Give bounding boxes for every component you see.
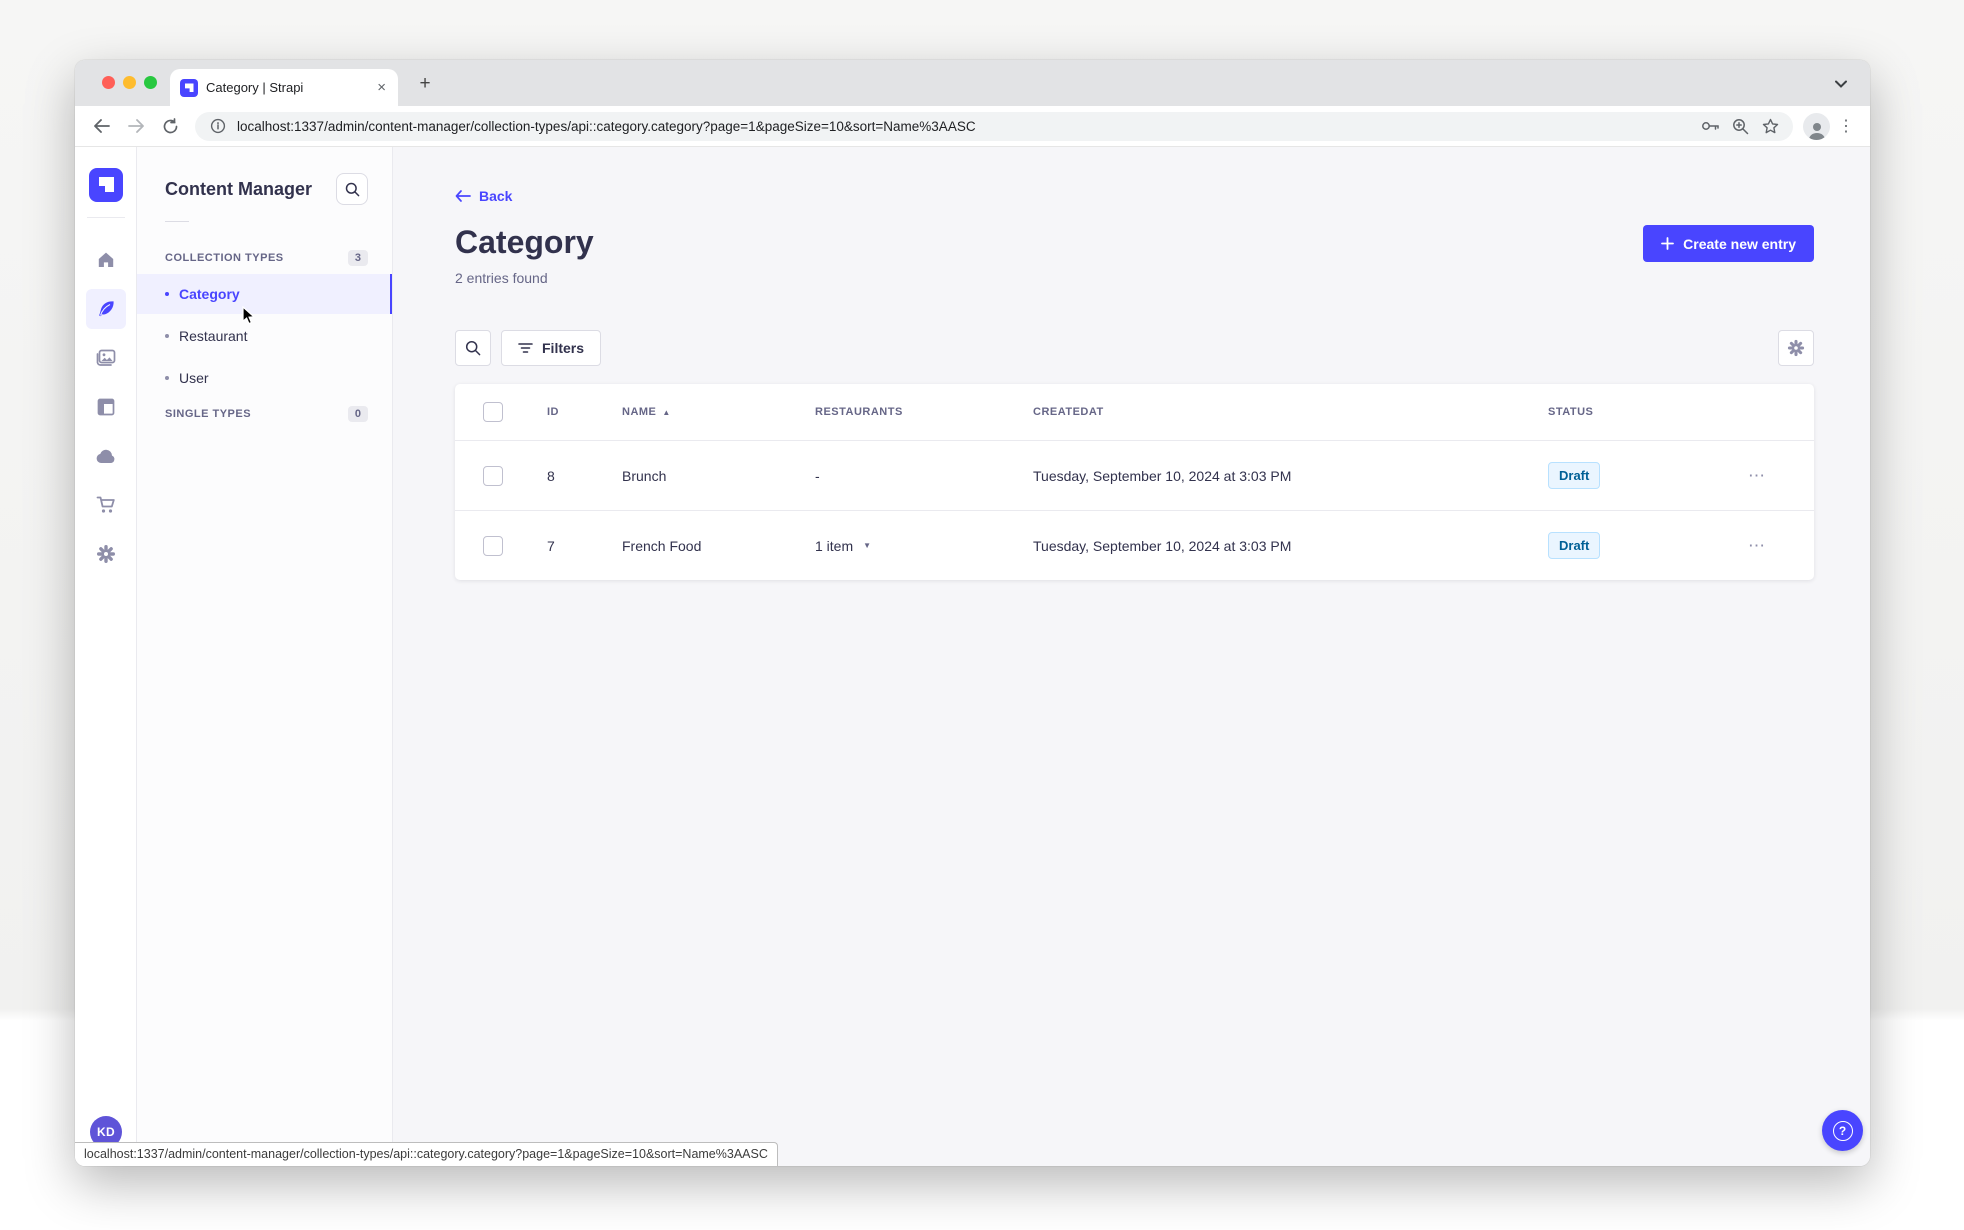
minimize-window-button[interactable] (123, 76, 136, 89)
bullet-icon (165, 376, 169, 380)
new-tab-button[interactable]: + (412, 74, 438, 93)
status-badge: Draft (1548, 462, 1601, 489)
browser-profile-avatar[interactable] (1803, 112, 1830, 140)
filter-icon (518, 343, 533, 353)
column-header-status[interactable]: STATUS (1532, 406, 1732, 418)
cell-restaurants[interactable]: 1 item ▼ (799, 538, 1017, 554)
cell-restaurants: - (815, 467, 820, 484)
single-types-section-header: SINGLE TYPES 0 (137, 400, 392, 428)
create-new-entry-button[interactable]: Create new entry (1643, 225, 1814, 262)
filters-button[interactable]: Filters (501, 330, 602, 366)
back-link[interactable]: Back (455, 188, 512, 204)
main-content: Back Category Create new entry 2 entries… (393, 147, 1870, 1166)
content-manager-subnav: Content Manager COLLECTION TYPES 3 Categ… (137, 147, 393, 1166)
entries-count: 2 entries found (455, 270, 548, 286)
link-preview-statusbar: localhost:1337/admin/content-manager/col… (75, 1142, 778, 1166)
browser-back-icon[interactable] (87, 111, 117, 141)
nav-home-icon[interactable] (86, 240, 126, 280)
site-info-icon[interactable] (207, 115, 229, 137)
tab-strip: Category | Strapi × + (75, 60, 1870, 106)
sidebar-item-restaurant[interactable]: Restaurant (137, 316, 392, 356)
subnav-search-button[interactable] (336, 173, 368, 205)
column-header-restaurants[interactable]: RESTAURANTS (799, 406, 1017, 418)
sidebar-item-user[interactable]: User (137, 358, 392, 398)
row-checkbox[interactable] (483, 535, 503, 556)
bookmark-star-icon[interactable] (1759, 115, 1781, 137)
nav-cloud-icon[interactable] (86, 436, 126, 476)
close-window-button[interactable] (102, 76, 115, 89)
browser-tab[interactable]: Category | Strapi × (170, 69, 398, 106)
zoom-window-button[interactable] (144, 76, 157, 89)
sidebar-item-label: Restaurant (179, 328, 248, 344)
page-title: Category (455, 224, 594, 260)
browser-menu-icon[interactable]: ⋮ (1834, 116, 1858, 136)
row-actions-menu-icon[interactable]: ⋯ (1732, 536, 1814, 556)
tab-title: Category | Strapi (206, 80, 304, 95)
url-text[interactable]: localhost:1337/admin/content-manager/col… (237, 119, 1691, 134)
cell-createdat: Tuesday, September 10, 2024 at 3:03 PM (1033, 537, 1292, 554)
subnav-title: Content Manager (165, 178, 313, 199)
bullet-icon (165, 334, 169, 338)
close-tab-icon[interactable]: × (375, 78, 388, 97)
nav-content-manager-icon[interactable] (85, 289, 126, 329)
row-actions-menu-icon[interactable]: ⋯ (1732, 466, 1814, 486)
nav-content-type-builder-icon[interactable] (86, 387, 126, 427)
sidebar-item-label: User (179, 370, 209, 386)
strapi-favicon-icon (180, 78, 198, 97)
main-nav-sidebar: KD (75, 147, 137, 1166)
help-button[interactable]: ? (1822, 1110, 1863, 1151)
browser-window: Category | Strapi × + localhost:1337/adm… (75, 60, 1870, 1166)
row-checkbox[interactable] (483, 465, 503, 486)
select-all-checkbox[interactable] (483, 402, 503, 422)
collection-types-count-badge: 3 (347, 250, 368, 266)
table-row[interactable]: 7 French Food 1 item ▼ Tuesday, Septembe… (455, 510, 1814, 580)
sidebar-item-label: Category (179, 286, 240, 302)
cell-id: 8 (547, 467, 555, 484)
filters-label: Filters (542, 340, 585, 356)
single-types-count-badge: 0 (347, 406, 368, 422)
entries-table: ID NAME ▲ RESTAURANTS CREATEDAT STATUS 8… (455, 384, 1814, 580)
password-key-icon[interactable] (1699, 115, 1721, 137)
chevron-down-icon: ▼ (863, 541, 872, 550)
collection-types-label: COLLECTION TYPES (165, 252, 284, 264)
nav-divider (86, 217, 125, 218)
column-header-createdat[interactable]: CREATEDAT (1017, 406, 1532, 418)
table-search-button[interactable] (455, 330, 491, 366)
browser-toolbar: localhost:1337/admin/content-manager/col… (75, 106, 1870, 147)
column-header-name[interactable]: NAME ▲ (606, 406, 799, 418)
back-label: Back (479, 188, 513, 204)
zoom-icon[interactable] (1729, 115, 1751, 137)
subnav-divider (165, 221, 189, 222)
browser-forward-icon[interactable] (121, 111, 151, 141)
plus-icon (1661, 237, 1675, 250)
collection-types-section-header: COLLECTION TYPES 3 (137, 244, 392, 272)
create-new-entry-label: Create new entry (1683, 235, 1796, 252)
bullet-icon (165, 292, 169, 296)
traffic-lights (102, 76, 157, 89)
nav-marketplace-icon[interactable] (86, 485, 126, 525)
table-row[interactable]: 8 Brunch - Tuesday, September 10, 2024 a… (455, 440, 1814, 510)
view-settings-button[interactable] (1778, 330, 1814, 366)
cell-name: French Food (622, 537, 702, 554)
table-header-row: ID NAME ▲ RESTAURANTS CREATEDAT STATUS (455, 384, 1814, 440)
question-mark-icon: ? (1832, 1120, 1853, 1141)
single-types-label: SINGLE TYPES (165, 408, 252, 420)
column-header-id[interactable]: ID (531, 406, 606, 418)
cell-id: 7 (547, 537, 555, 554)
browser-reload-icon[interactable] (155, 111, 185, 141)
nav-settings-icon[interactable] (86, 534, 126, 574)
cell-name: Brunch (622, 467, 667, 484)
strapi-logo[interactable] (88, 168, 123, 202)
strapi-app: KD Content Manager COLLECTION TYPES 3 Ca… (75, 147, 1870, 1166)
status-badge: Draft (1548, 532, 1601, 559)
tab-search-chevron-icon[interactable] (1826, 72, 1856, 96)
sort-asc-icon: ▲ (662, 407, 671, 417)
url-bar[interactable]: localhost:1337/admin/content-manager/col… (195, 111, 1793, 141)
nav-media-library-icon[interactable] (86, 338, 126, 378)
sidebar-item-category[interactable]: Category (137, 274, 392, 314)
cell-createdat: Tuesday, September 10, 2024 at 3:03 PM (1033, 467, 1292, 484)
